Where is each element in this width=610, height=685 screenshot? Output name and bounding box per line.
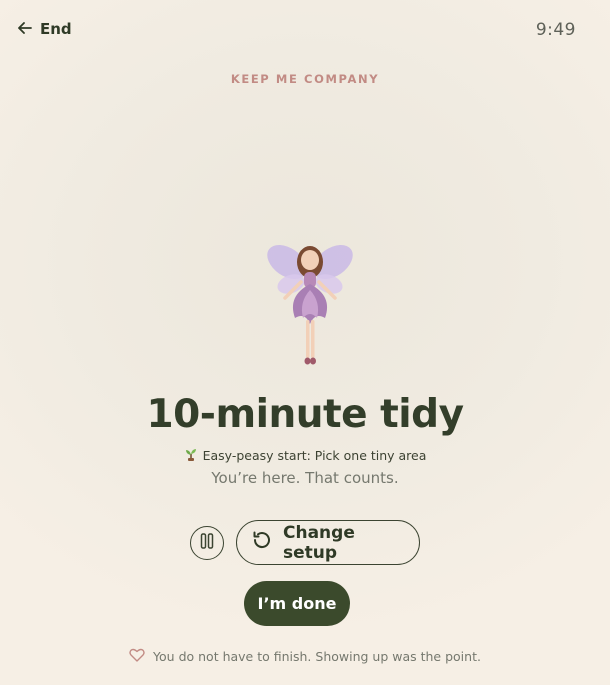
eyebrow-label: KEEP ME COMPANY <box>230 72 380 86</box>
controls: Change setup <box>0 520 610 565</box>
subtitle: You’re here. That counts. <box>211 469 399 487</box>
change-setup-button[interactable]: Change setup <box>236 520 420 565</box>
footer-text: You do not have to finish. Showing up wa… <box>153 649 481 664</box>
change-setup-label: Change setup <box>283 522 355 563</box>
end-label: End <box>40 20 72 38</box>
done-button[interactable]: I’m done <box>244 581 350 626</box>
fairy-illustration <box>255 232 365 372</box>
tip-text: Easy-peasy start: Pick one tiny area <box>202 448 427 463</box>
end-button[interactable]: End <box>18 20 72 38</box>
tip-line: Easy-peasy start: Pick one tiny area <box>0 447 610 464</box>
top-bar: End 9:49 <box>0 0 610 62</box>
page-title: 10-minute tidy <box>146 392 464 437</box>
clock: 9:49 <box>535 20 576 40</box>
pause-button[interactable] <box>190 525 224 560</box>
heart-icon <box>129 648 145 665</box>
footer-note: You do not have to finish. Showing up wa… <box>0 648 610 665</box>
arrow-left-icon <box>18 20 32 38</box>
pause-icon <box>200 532 214 553</box>
refresh-icon <box>251 529 273 556</box>
sprout-icon <box>184 447 198 464</box>
